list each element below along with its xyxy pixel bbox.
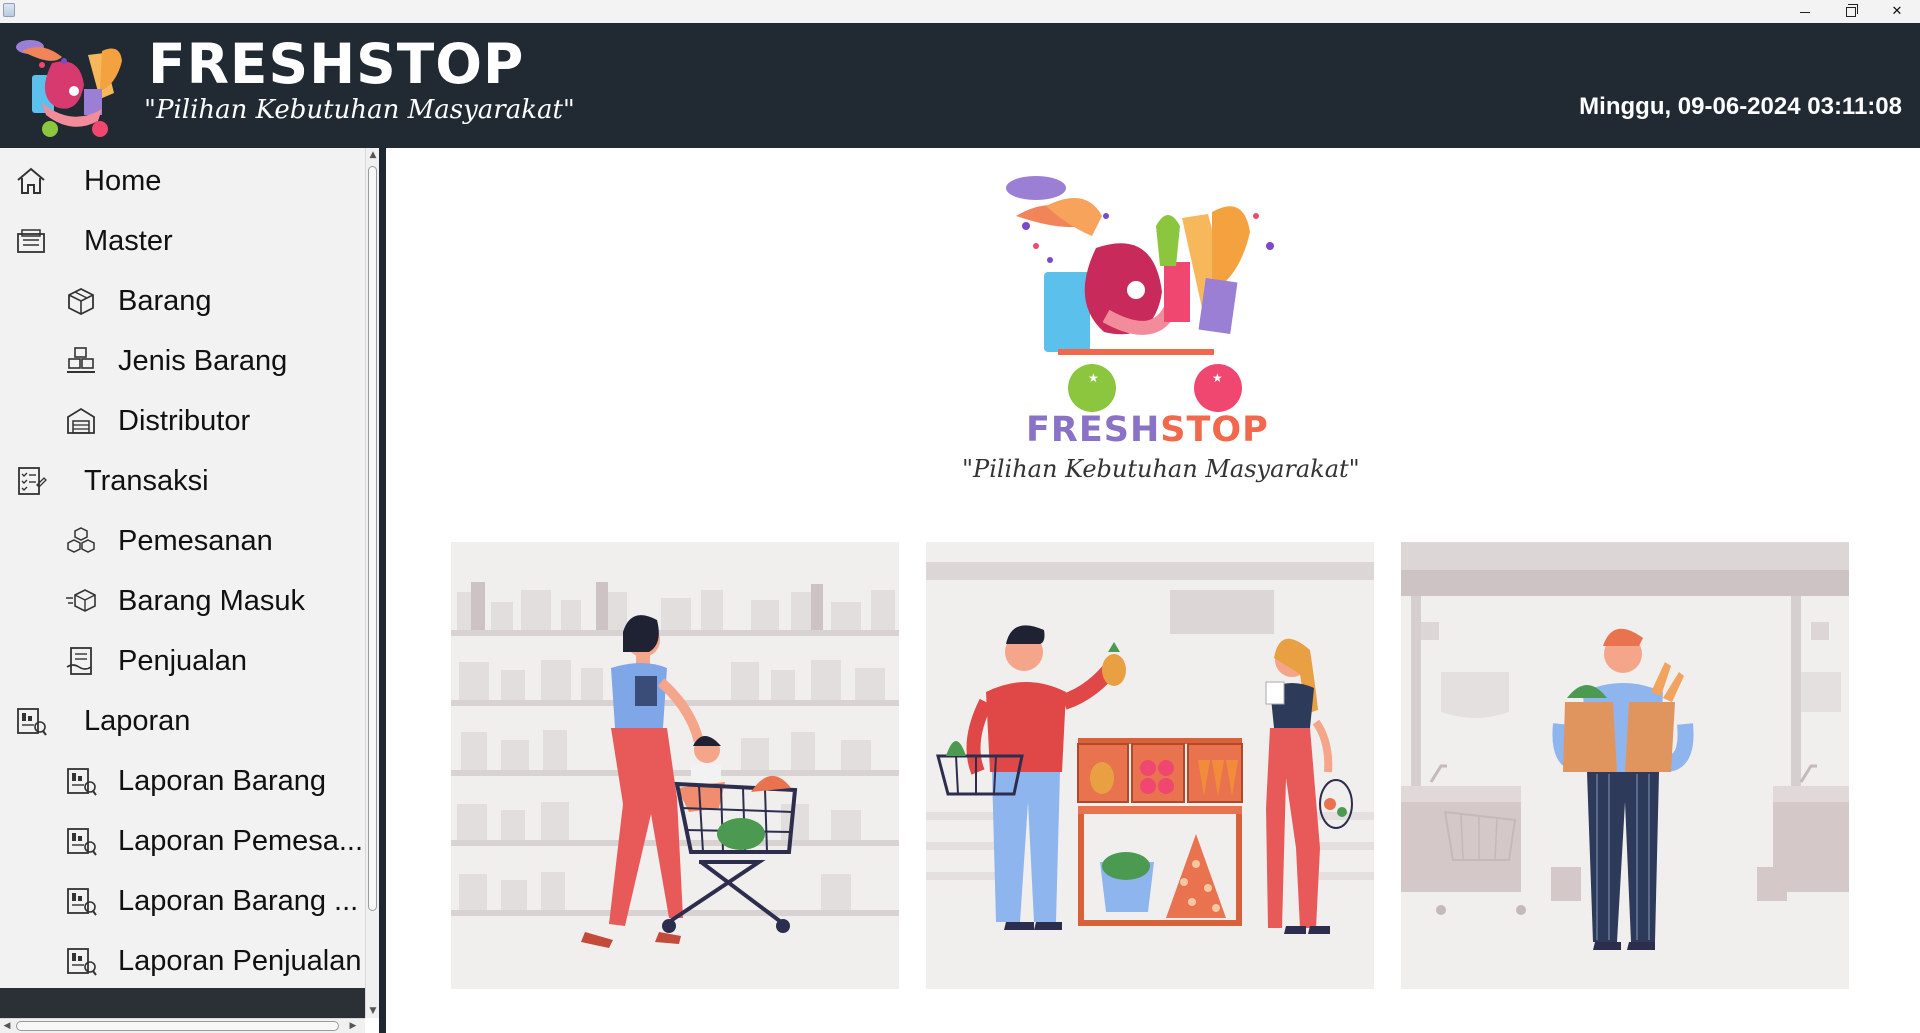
sales-icon bbox=[64, 644, 98, 678]
scrollbar-thumb[interactable] bbox=[368, 166, 377, 911]
sidebar-item-barang-masuk[interactable]: Barang Masuk bbox=[64, 573, 305, 629]
sidebar-item-label: Laporan Barang ... bbox=[118, 884, 359, 917]
window-titlebar: ✕ bbox=[0, 0, 1920, 23]
sidebar-horizontal-scrollbar[interactable]: ◀ ▶ bbox=[0, 1018, 365, 1033]
sidebar-item-label: Transaksi bbox=[84, 464, 209, 497]
minimize-icon bbox=[1800, 12, 1810, 13]
report-icon bbox=[14, 704, 48, 738]
sidebar-item-label: Barang Masuk bbox=[118, 584, 305, 617]
app-header: FRESHSTOP "Pilihan Kebutuhan Masyarakat"… bbox=[0, 23, 1920, 148]
freshstop-cart-logo-icon: ★ ★ bbox=[1006, 176, 1274, 412]
sidebar-item-laporan-barang[interactable]: Laporan Barang bbox=[64, 753, 326, 809]
sidebar-item-label: Pemesanan bbox=[118, 524, 273, 557]
maximize-button[interactable] bbox=[1828, 0, 1874, 23]
sidebar-item-jenis-barang[interactable]: Jenis Barang bbox=[64, 333, 287, 389]
report-icon bbox=[64, 824, 98, 858]
sidebar-item-laporan-barang-masuk[interactable]: Laporan Barang ... bbox=[64, 873, 358, 929]
scroll-right-icon[interactable]: ▶ bbox=[346, 1019, 360, 1033]
close-icon: ✕ bbox=[1891, 4, 1903, 19]
sidebar-item-label: Laporan Pemesa... bbox=[118, 824, 364, 857]
boxes-icon bbox=[64, 344, 98, 378]
brand-part-fresh: FRESH bbox=[1026, 410, 1161, 450]
scrollbar-thumb[interactable] bbox=[16, 1021, 339, 1031]
checklist-icon bbox=[14, 464, 48, 498]
sidebar-item-label: Home bbox=[84, 164, 162, 197]
sidebar-item-penjualan[interactable]: Penjualan bbox=[64, 633, 247, 689]
home-content: ★ ★ FRESHSTOP "Pilihan Kebutuhan Masyara… bbox=[386, 148, 1920, 1033]
sidebar-item-laporan-penjualan[interactable]: Laporan Penjualan bbox=[64, 933, 361, 989]
brand-tagline: "Pilihan Kebutuhan Masyarakat" bbox=[144, 95, 575, 125]
sidebar-item-laporan[interactable]: Laporan bbox=[14, 693, 190, 749]
report-icon bbox=[64, 944, 98, 978]
close-button[interactable]: ✕ bbox=[1874, 0, 1920, 23]
sidebar-item-transaksi[interactable]: Transaksi bbox=[14, 453, 209, 509]
java-app-icon bbox=[3, 3, 15, 17]
sidebar-item-label: Penjualan bbox=[118, 644, 247, 677]
home-icon bbox=[14, 164, 48, 198]
box-icon bbox=[64, 284, 98, 318]
sidebar-item-master[interactable]: Master bbox=[14, 213, 173, 269]
buying-fruit-illustration bbox=[926, 542, 1374, 989]
brand-title: FRESHSTOP bbox=[148, 32, 525, 96]
minimize-button[interactable] bbox=[1782, 0, 1828, 23]
sidebar-item-label: Master bbox=[84, 224, 173, 257]
scroll-left-icon[interactable]: ◀ bbox=[0, 1019, 14, 1033]
sidebar-item-label: Laporan bbox=[84, 704, 191, 737]
svg-text:★: ★ bbox=[1088, 371, 1099, 385]
sidebar-vertical-scrollbar[interactable]: ▲ ▼ bbox=[365, 148, 379, 1018]
sidebar-item-home[interactable]: Home bbox=[14, 153, 161, 209]
sidebar-item-pemesanan[interactable]: Pemesanan bbox=[64, 513, 273, 569]
sidebar-item-distributor[interactable]: Distributor bbox=[64, 393, 250, 449]
report-icon bbox=[64, 764, 98, 798]
sidebar-item-barang[interactable]: Barang bbox=[64, 273, 212, 329]
svg-text:★: ★ bbox=[1212, 371, 1223, 385]
restore-icon bbox=[1846, 3, 1858, 17]
panel-divider bbox=[379, 148, 386, 1033]
brand-part-stop: STOP bbox=[1160, 410, 1269, 450]
sidebar-item-label: Barang bbox=[118, 284, 212, 317]
carrying-groceries-illustration bbox=[1401, 542, 1849, 989]
incoming-box-icon bbox=[64, 584, 98, 618]
sidebar-item-label: Jenis Barang bbox=[118, 344, 288, 377]
sidebar-item-laporan-pemesanan[interactable]: Laporan Pemesa... bbox=[64, 813, 363, 869]
sidebar-item-label: Laporan Penjualan bbox=[118, 944, 362, 977]
cubes-icon bbox=[64, 524, 98, 558]
sidebar-item-label: Distributor bbox=[118, 404, 251, 437]
folder-icon bbox=[14, 224, 48, 258]
warehouse-icon bbox=[64, 404, 98, 438]
freshstop-logo-icon bbox=[16, 40, 122, 137]
report-icon bbox=[64, 884, 98, 918]
sidebar-item-label: Laporan Barang bbox=[118, 764, 326, 797]
scroll-up-icon[interactable]: ▲ bbox=[366, 148, 380, 162]
shopping-with-cart-illustration bbox=[451, 542, 899, 989]
main-brand-title: FRESHSTOP bbox=[1026, 410, 1269, 450]
current-datetime: Minggu, 09-06-2024 03:11:08 bbox=[1579, 93, 1902, 120]
sidebar-menu: Home Master Barang Jenis Barang Distribu… bbox=[0, 148, 365, 1033]
sidebar-footer bbox=[0, 988, 365, 1018]
main-brand-tagline: "Pilihan Kebutuhan Masyarakat" bbox=[962, 455, 1360, 483]
scroll-down-icon[interactable]: ▼ bbox=[366, 1004, 380, 1018]
